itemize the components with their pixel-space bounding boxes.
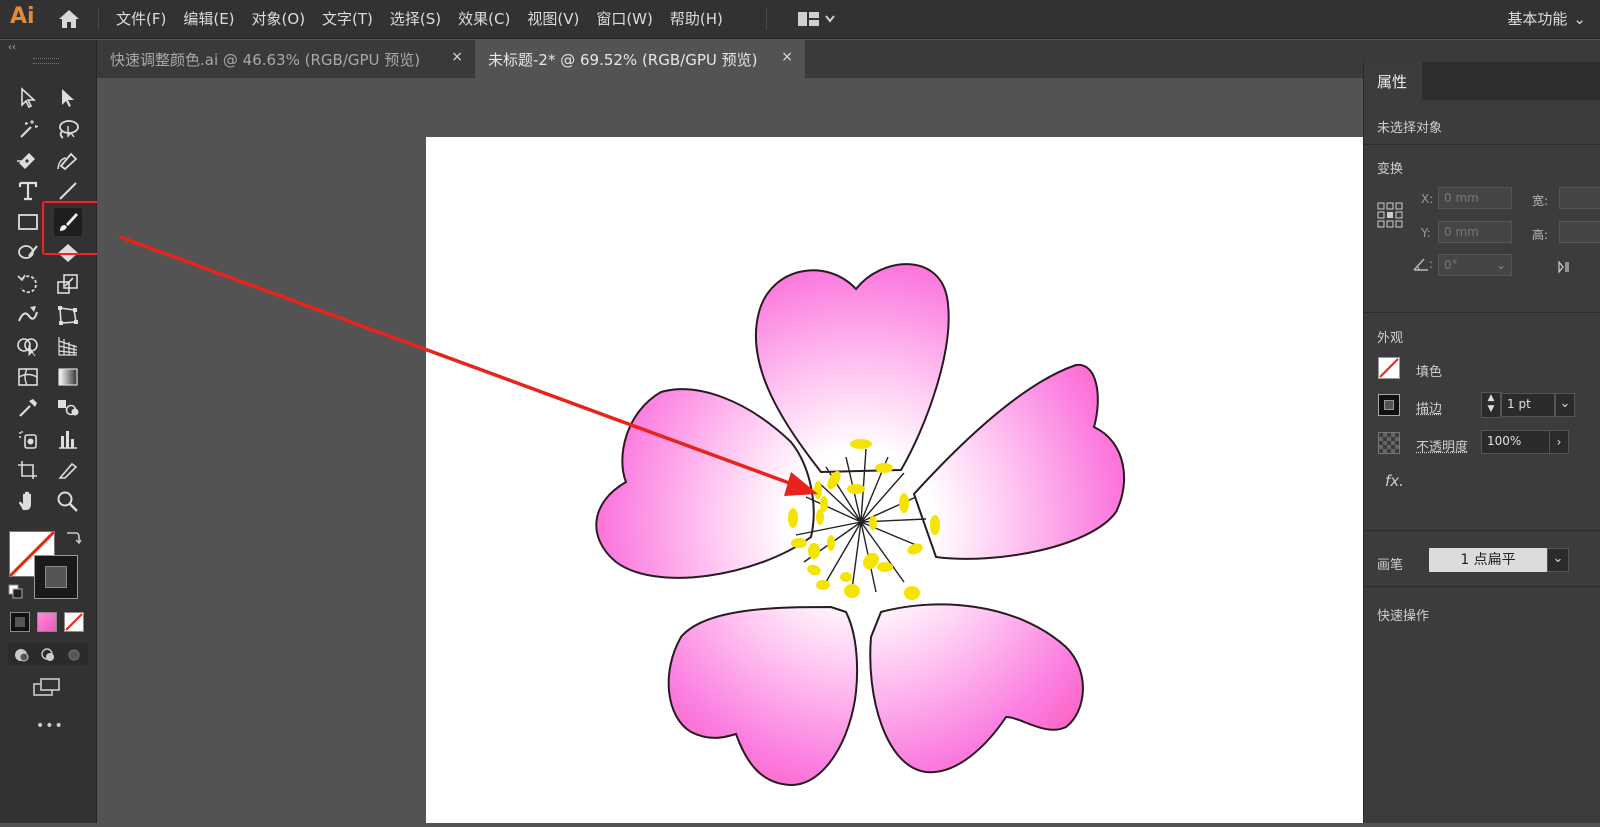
angle-label: :: [1429, 257, 1434, 271]
stroke-label[interactable]: 描边: [1416, 398, 1442, 417]
angle-value: 0°: [1444, 258, 1458, 272]
arrow-line: [119, 235, 801, 489]
x-label: X:: [1421, 192, 1434, 206]
section-divider: [1364, 312, 1600, 313]
chevron-down-icon: ⌄: [1495, 258, 1506, 272]
arrow-head: [784, 472, 818, 496]
chevron-down-icon[interactable]: ⌄: [1547, 548, 1569, 572]
flip-horizontal-icon[interactable]: [1557, 259, 1571, 278]
brush-label: 画笔: [1377, 558, 1404, 573]
transform-title: 变换: [1377, 162, 1404, 177]
annotation-arrow: [119, 235, 818, 496]
angle-icon: [1413, 256, 1429, 275]
reference-point-icon[interactable]: [1377, 202, 1403, 232]
brush-value: 1 点扁平: [1460, 552, 1516, 568]
opacity-label[interactable]: 不透明度: [1416, 436, 1468, 455]
chevron-right-icon[interactable]: ›: [1549, 430, 1569, 454]
opacity-icon[interactable]: [1378, 432, 1400, 454]
opacity-field[interactable]: 100%: [1481, 430, 1557, 454]
tab-properties[interactable]: 属性: [1364, 62, 1422, 100]
fx-icon[interactable]: fx.: [1385, 472, 1404, 490]
none-color-icon: [1379, 358, 1399, 378]
y-label: Y:: [1421, 226, 1431, 240]
x-field[interactable]: 0 mm: [1438, 187, 1512, 209]
section-divider: [1364, 586, 1600, 587]
appearance-title: 外观: [1377, 331, 1404, 346]
no-selection-label: 未选择对象: [1377, 121, 1443, 136]
quick-actions-title: 快速操作: [1377, 609, 1430, 624]
stroke-color-swatch[interactable]: [1378, 394, 1400, 416]
angle-field[interactable]: 0° ⌄: [1438, 254, 1512, 276]
section-divider: [1364, 144, 1600, 145]
fill-color-swatch[interactable]: [1378, 357, 1400, 379]
width-field[interactable]: [1559, 187, 1600, 209]
height-label: 高:: [1532, 228, 1549, 242]
section-divider: [1364, 530, 1600, 531]
width-label: 宽:: [1532, 194, 1549, 208]
panel-header: 属性: [1364, 62, 1600, 100]
y-field[interactable]: 0 mm: [1438, 221, 1512, 243]
chevron-down-icon[interactable]: ⌄: [1555, 393, 1575, 417]
brush-select[interactable]: 1 点扁平: [1429, 548, 1547, 572]
fill-label: 填色: [1416, 365, 1443, 380]
stroke-weight-field[interactable]: 1 pt: [1501, 393, 1555, 417]
height-field[interactable]: [1559, 221, 1600, 243]
properties-panel: 属性 未选择对象 变换 X: 0 mm Y: 0 mm 宽: 高: : 0° ⌄…: [1363, 62, 1600, 823]
stroke-stepper[interactable]: ▲ ▼: [1481, 392, 1501, 418]
